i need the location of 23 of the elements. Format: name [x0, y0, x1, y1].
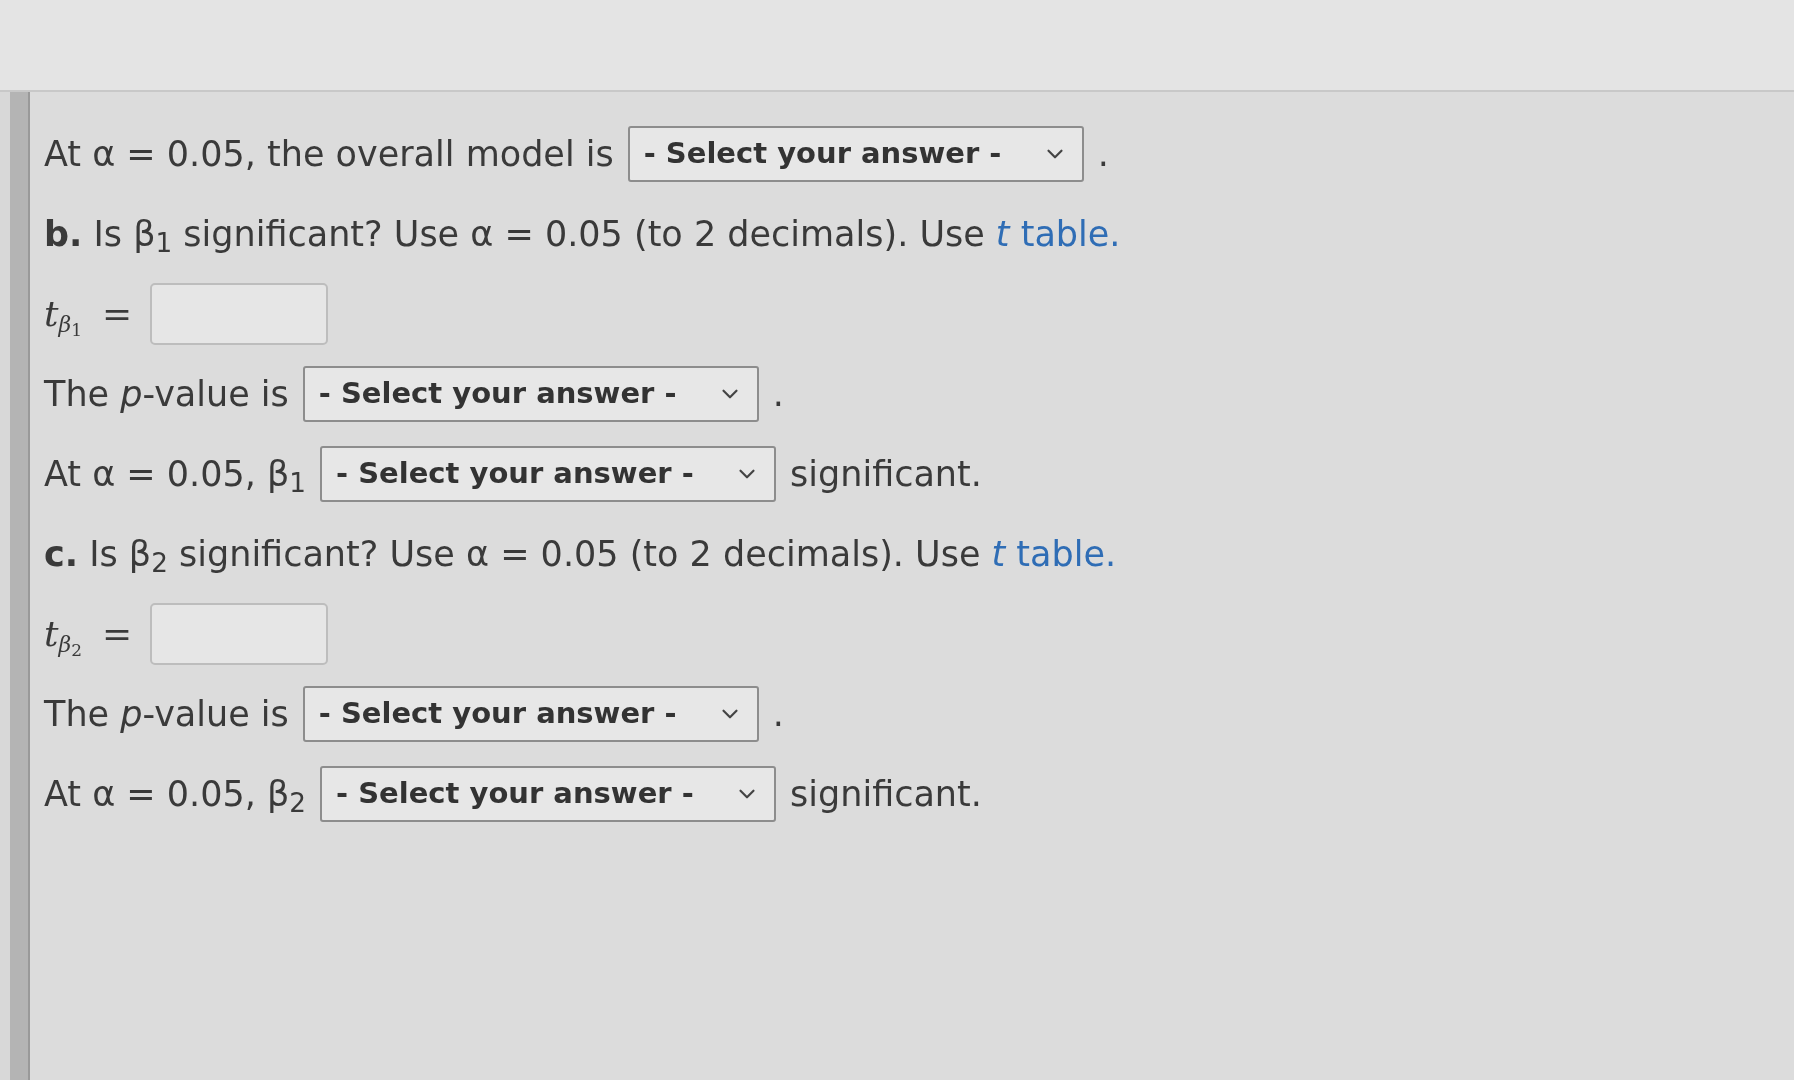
answer-dropdown[interactable]: - Select your answer - [627, 126, 1084, 182]
answer-dropdown[interactable]: - Select your answer - [302, 366, 759, 422]
trailing-text: . [1097, 132, 1109, 176]
answer-dropdown[interactable]: - Select your answer - [320, 446, 777, 502]
trailing-text: . [772, 692, 784, 736]
t-table-link[interactable]: t table. [995, 207, 1121, 261]
prompt-text: At α = 0.05, β$_{1}$ [44, 452, 307, 501]
t-statistic-label: t$_{β}$$_{1}$ = [44, 292, 133, 341]
t-statistic-label: t$_{β}$$_{2}$ = [44, 612, 133, 661]
answer-dropdown[interactable]: - Select your answer - [302, 686, 759, 742]
answer-input[interactable] [150, 283, 329, 345]
prompt-text: At α = 0.05, β$_{2}$ [44, 772, 307, 821]
prompt-text: The p-value is [44, 692, 289, 736]
question-text: b. Is β$_{1}$ significant? Use α = 0.05 (to 2 decimals). Use t table. [44, 194, 1121, 274]
question-text: c. Is β$_{2}$ significant? Use α = 0.05 (to 2 decimals). Use t table. [44, 514, 1121, 594]
answer-dropdown[interactable]: - Select your answer - [320, 766, 777, 822]
t-table-link[interactable]: t table. [991, 527, 1117, 581]
trailing-text: significant. [790, 452, 982, 496]
prompt-text: The p-value is [44, 372, 289, 416]
prompt-text: At α = 0.05, the overall model is [44, 132, 614, 176]
trailing-text: significant. [790, 772, 982, 816]
answer-input[interactable] [150, 603, 329, 665]
trailing-text: . [772, 372, 784, 416]
